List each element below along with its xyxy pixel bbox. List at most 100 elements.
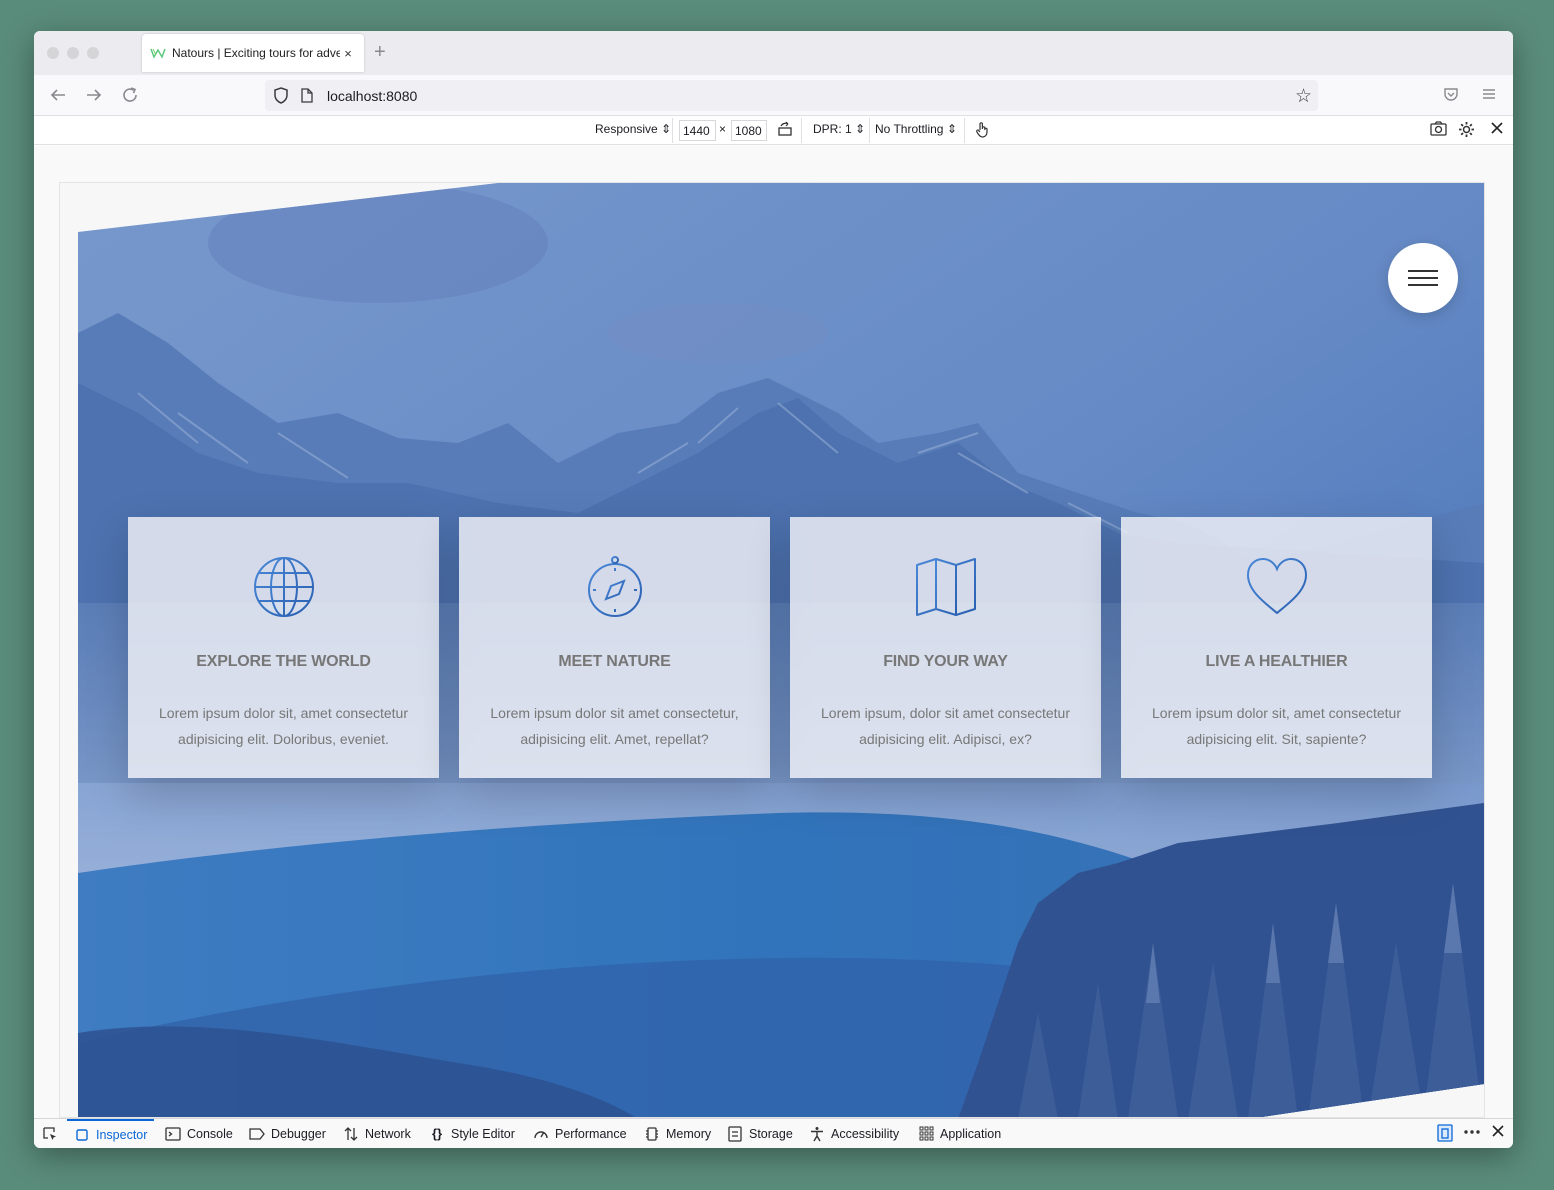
- tab-label: Inspector: [96, 1127, 148, 1142]
- toolbar-divider: [801, 118, 802, 143]
- maximize-window-button[interactable]: [87, 47, 99, 59]
- accessibility-icon: [809, 1126, 825, 1142]
- tab-label: Style Editor: [451, 1126, 515, 1141]
- browser-window: Natours | Exciting tours for adve × + lo…: [34, 31, 1513, 1148]
- inspector-icon: [74, 1127, 90, 1143]
- touch-hand-icon: [976, 122, 988, 138]
- hamburger-line: [1408, 284, 1438, 286]
- dpr-label: DPR: 1: [813, 122, 852, 136]
- features-section: Explore the world Lorem ipsum dolor sit,…: [78, 183, 1484, 1117]
- tab-label: Accessibility: [831, 1126, 900, 1141]
- select-arrows-icon: ⇕: [661, 122, 672, 136]
- hamburger-menu-icon: [1483, 89, 1495, 99]
- rotate-viewport-button[interactable]: [777, 121, 793, 141]
- feature-card: Find your way Lorem ipsum, dolor sit ame…: [790, 517, 1101, 778]
- select-arrows-icon: ⇕: [946, 122, 957, 136]
- navigation-toolbar: localhost:8080 ☆: [34, 75, 1513, 116]
- tab-storage[interactable]: Storage: [727, 1119, 793, 1148]
- viewport-container: Explore the world Lorem ipsum dolor sit,…: [34, 146, 1513, 1118]
- tab-console[interactable]: Console: [165, 1119, 233, 1148]
- devtools-toolbar: Inspector Console Debugger Network {} St…: [34, 1118, 1513, 1148]
- toolbar-divider: [869, 118, 870, 143]
- feature-card: Explore the world Lorem ipsum dolor sit,…: [128, 517, 439, 778]
- memory-icon: [644, 1126, 660, 1142]
- hamburger-line: [1408, 277, 1438, 279]
- address-bar[interactable]: localhost:8080 ☆: [265, 80, 1318, 111]
- hamburger-line: [1408, 270, 1438, 272]
- storage-icon: [727, 1125, 743, 1142]
- close-icon: [1491, 122, 1503, 134]
- feature-title: Meet nature: [558, 653, 671, 670]
- feature-description: Lorem ipsum dolor sit, amet consectetur …: [159, 705, 408, 747]
- page-viewport: Explore the world Lorem ipsum dolor sit,…: [59, 182, 1485, 1118]
- throttling-selector[interactable]: No Throttling ⇕: [875, 122, 957, 136]
- browser-tab[interactable]: Natours | Exciting tours for adve ×: [142, 34, 364, 72]
- toolbar-divider: [672, 118, 673, 143]
- close-tab-icon[interactable]: ×: [340, 46, 356, 61]
- camera-icon: [1430, 121, 1447, 136]
- viewport-height-input[interactable]: 1080: [731, 120, 767, 141]
- feature-description: Lorem ipsum dolor sit amet consectetur, …: [490, 705, 739, 747]
- minimize-window-button[interactable]: [67, 47, 79, 59]
- element-picker-icon: [43, 1126, 56, 1140]
- forward-button[interactable]: [82, 83, 106, 107]
- reload-button[interactable]: [118, 83, 142, 107]
- gear-icon: [1459, 122, 1474, 137]
- close-window-button[interactable]: [47, 47, 59, 59]
- tab-debugger[interactable]: Debugger: [249, 1119, 326, 1148]
- performance-icon: [533, 1126, 549, 1142]
- rotate-icon: [778, 121, 792, 136]
- compass-icon: [587, 556, 642, 617]
- dimension-separator: ×: [719, 122, 727, 136]
- feature-title: Explore the world: [196, 653, 371, 670]
- dpr-selector[interactable]: DPR: 1 ⇕: [813, 122, 865, 136]
- tab-network[interactable]: Network: [343, 1119, 411, 1148]
- network-icon: [343, 1126, 359, 1142]
- tab-inspector[interactable]: Inspector: [67, 1119, 155, 1148]
- feature-description: Lorem ipsum, dolor sit amet consectetur …: [821, 705, 1070, 747]
- back-button[interactable]: [46, 83, 70, 107]
- rdm-settings-button[interactable]: [1458, 121, 1475, 142]
- page-info-icon[interactable]: [301, 88, 313, 103]
- close-devtools-button[interactable]: [1491, 1124, 1505, 1142]
- url-text[interactable]: localhost:8080: [327, 88, 417, 104]
- map-icon: [915, 558, 976, 616]
- ellipsis-icon: [1464, 1130, 1480, 1134]
- more-options-button[interactable]: [1463, 1124, 1481, 1144]
- tab-application[interactable]: Application: [918, 1119, 1001, 1148]
- viewport-width-input[interactable]: 1440: [679, 120, 716, 141]
- touch-simulation-button[interactable]: [974, 121, 990, 142]
- device-selector[interactable]: Responsive ⇕: [595, 122, 671, 136]
- element-picker-button[interactable]: [42, 1119, 58, 1148]
- back-arrow-icon: [50, 89, 65, 101]
- feature-card: Live a healthier Lorem ipsum dolor sit, …: [1121, 517, 1432, 778]
- tracking-protection-shield-icon[interactable]: [273, 87, 289, 104]
- pocket-button[interactable]: [1443, 86, 1459, 106]
- tab-label: Console: [187, 1126, 233, 1141]
- pocket-icon: [1444, 88, 1458, 101]
- close-icon: [1492, 1125, 1504, 1137]
- tab-style-editor[interactable]: {} Style Editor: [429, 1119, 515, 1148]
- tab-performance[interactable]: Performance: [533, 1119, 627, 1148]
- screenshot-button[interactable]: [1430, 121, 1447, 140]
- app-menu-button[interactable]: [1481, 86, 1497, 106]
- tab-label: Performance: [555, 1126, 627, 1141]
- navigation-menu-button[interactable]: [1388, 243, 1458, 313]
- responsive-device-icon: [1437, 1124, 1453, 1142]
- select-arrows-icon: ⇕: [855, 122, 866, 136]
- tab-label: Memory: [666, 1126, 712, 1141]
- tab-label: Application: [940, 1126, 1002, 1141]
- new-tab-button[interactable]: +: [374, 41, 386, 64]
- tab-label: Storage: [749, 1126, 793, 1141]
- feature-title: Live a healthier: [1205, 653, 1348, 670]
- close-rdm-button[interactable]: [1490, 121, 1504, 139]
- forward-arrow-icon: [87, 89, 102, 101]
- bookmark-star-icon[interactable]: ☆: [1295, 85, 1312, 108]
- feature-title: Find your way: [883, 653, 1008, 670]
- tab-memory[interactable]: Memory: [644, 1119, 711, 1148]
- feature-description: Lorem ipsum dolor sit, amet consectetur …: [1152, 705, 1401, 747]
- responsive-design-toolbar: Responsive ⇕ 1440 × 1080 DPR: 1 ⇕ No Thr…: [34, 116, 1513, 145]
- responsive-design-mode-button[interactable]: [1437, 1124, 1453, 1146]
- globe-icon: [253, 557, 314, 617]
- tab-accessibility[interactable]: Accessibility: [809, 1119, 899, 1148]
